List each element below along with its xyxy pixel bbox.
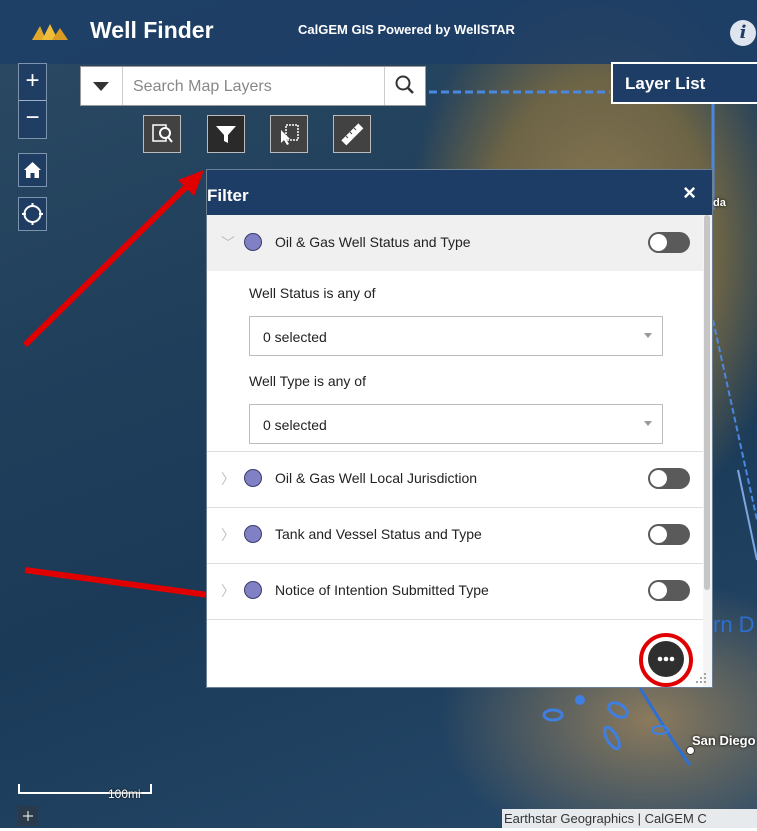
layer-toggle[interactable] <box>648 580 690 601</box>
chevron-right-icon[interactable]: 〉 <box>221 525 235 545</box>
layer-symbol-icon <box>244 469 262 487</box>
well-type-value: 0 selected <box>263 417 327 433</box>
app-title: Well Finder <box>90 17 214 43</box>
city-label: San Diego <box>692 733 756 748</box>
filter-expanded-section: Well Status is any of 0 selected Well Ty… <box>207 271 705 452</box>
annotation-arrow-filter <box>22 180 193 348</box>
select-caret-icon <box>644 333 652 338</box>
zoom-in-button[interactable]: + <box>19 64 46 100</box>
well-type-label: Well Type is any of <box>249 373 366 389</box>
select-icon <box>281 124 299 145</box>
filter-tool-button[interactable] <box>207 115 245 153</box>
app-header: Well Finder CalGEM GIS Powered by WellST… <box>0 0 757 64</box>
zoom-out-button[interactable]: − <box>19 101 46 137</box>
calgem-logo-icon <box>32 24 68 40</box>
layer-toggle[interactable] <box>648 468 690 489</box>
filter-row-label: Tank and Vessel Status and Type <box>275 526 482 542</box>
map-region-label: rn D <box>713 612 755 637</box>
search-button[interactable] <box>384 67 425 105</box>
resize-handle-icon[interactable] <box>695 672 707 684</box>
layer-toggle[interactable] <box>648 232 690 253</box>
more-options-button[interactable] <box>648 641 684 677</box>
measure-icon <box>341 123 364 146</box>
scrollbar-thumb[interactable] <box>704 215 710 590</box>
filter-row-well-status[interactable]: ﹀ Oil & Gas Well Status and Type <box>207 215 705 272</box>
search-layer-dropdown[interactable] <box>81 67 123 105</box>
well-status-value: 0 selected <box>263 329 327 345</box>
filter-list: ﹀ Oil & Gas Well Status and Type Well St… <box>207 215 705 687</box>
dropdown-caret-icon <box>93 82 109 91</box>
well-type-select[interactable]: 0 selected <box>249 404 663 444</box>
layer-list-label: Layer List <box>625 74 706 93</box>
crosshair-icon <box>23 811 33 821</box>
select-caret-icon <box>644 421 652 426</box>
filter-scrollbar[interactable] <box>703 215 712 687</box>
filter-panel-title: Filter <box>207 186 249 205</box>
locate-icon <box>22 203 43 225</box>
layer-symbol-icon <box>244 525 262 543</box>
locate-button[interactable] <box>18 197 47 231</box>
layer-toggle[interactable] <box>648 524 690 545</box>
chevron-right-icon[interactable]: 〉 <box>221 469 235 489</box>
more-dots-icon <box>657 656 675 662</box>
search-input[interactable] <box>131 67 405 107</box>
zoom-controls: + − <box>18 63 47 139</box>
chevron-down-icon[interactable]: ﹀ <box>221 233 235 253</box>
select-tool-button[interactable] <box>270 115 308 153</box>
scale-label: 100mi <box>108 787 141 801</box>
search-box <box>80 66 426 107</box>
filter-panel-header: Filter × <box>207 170 712 215</box>
filter-row-local-jurisdiction[interactable]: 〉 Oil & Gas Well Local Jurisdiction <box>207 451 705 508</box>
well-status-label: Well Status is any of <box>249 285 376 301</box>
filter-row-tank-vessel[interactable]: 〉 Tank and Vessel Status and Type <box>207 507 705 564</box>
coordinate-toggle-button[interactable] <box>18 806 38 826</box>
layer-list-button[interactable]: Layer List <box>611 62 757 104</box>
query-icon <box>152 124 173 143</box>
measure-tool-button[interactable] <box>333 115 371 153</box>
chevron-right-icon[interactable]: 〉 <box>221 581 235 601</box>
query-tool-button[interactable] <box>143 115 181 153</box>
app-subtitle: CalGEM GIS Powered by WellSTAR <box>298 22 515 37</box>
filter-row-label: Oil & Gas Well Status and Type <box>275 234 471 250</box>
well-status-select[interactable]: 0 selected <box>249 316 663 356</box>
search-icon <box>395 75 414 94</box>
filter-panel: Filter × ﹀ Oil & Gas Well Status and Typ… <box>206 169 713 688</box>
filter-row-label: Oil & Gas Well Local Jurisdiction <box>275 470 478 486</box>
filter-icon <box>216 126 236 143</box>
layer-symbol-icon <box>244 581 262 599</box>
filter-row-label: Notice of Intention Submitted Type <box>275 582 489 598</box>
map-attribution: Earthstar Geographics | CalGEM C <box>502 809 757 828</box>
info-button[interactable]: i <box>730 20 756 46</box>
layer-symbol-icon <box>244 233 262 251</box>
home-icon <box>24 162 41 178</box>
toggle-knob <box>650 526 667 543</box>
map-place-label: da <box>713 197 726 209</box>
close-button[interactable]: × <box>683 180 696 206</box>
toggle-knob <box>650 470 667 487</box>
toggle-knob <box>650 582 667 599</box>
toggle-knob <box>650 234 667 251</box>
filter-row-notice-intention[interactable]: 〉 Notice of Intention Submitted Type <box>207 563 705 620</box>
home-button[interactable] <box>18 153 47 187</box>
